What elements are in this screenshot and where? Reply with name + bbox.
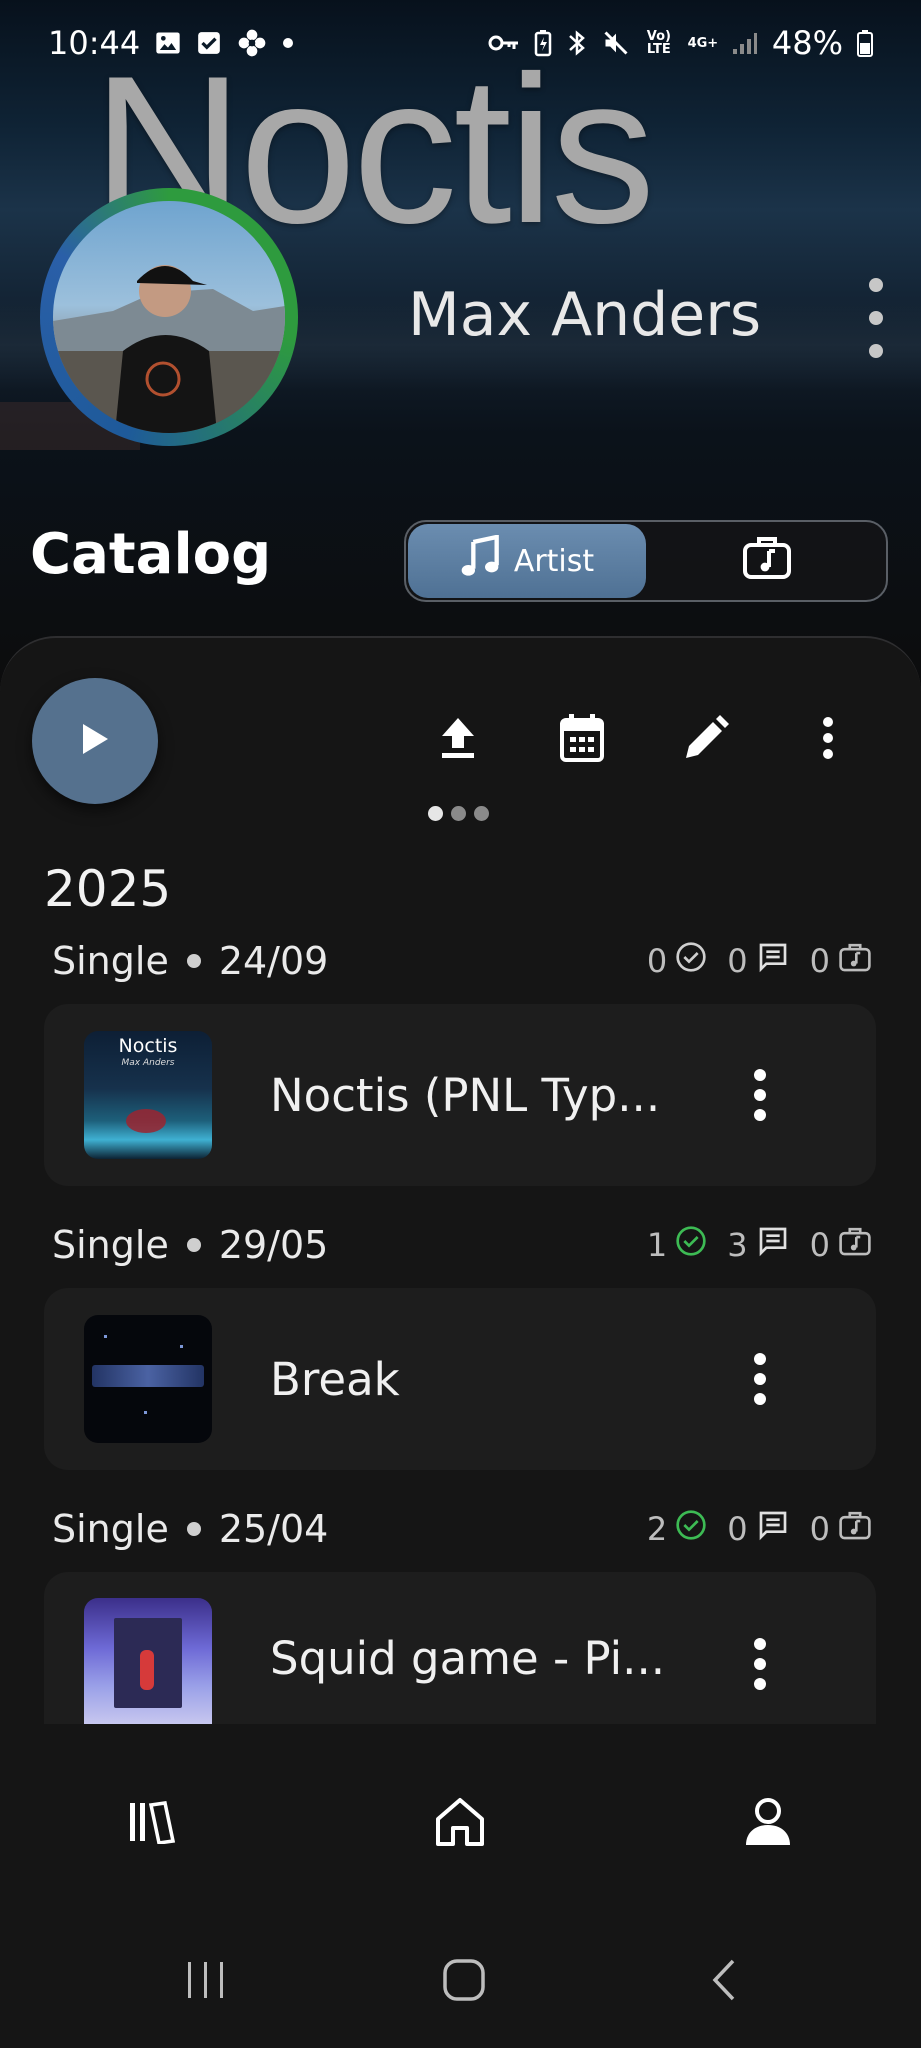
release-card[interactable]: Squid game - Pi... <box>44 1572 876 1724</box>
release-more-icon[interactable] <box>750 1638 770 1690</box>
release-type: Single <box>52 1223 169 1267</box>
check-circle-icon <box>675 1509 707 1549</box>
volte-icon: Vo) LTE <box>646 29 671 57</box>
music-briefcase-icon <box>838 941 872 981</box>
library-icon <box>127 1800 177 1848</box>
edit-icon <box>682 714 730 766</box>
segment-label[interactable] <box>648 522 886 600</box>
battery-icon <box>857 29 873 57</box>
nav-profile[interactable] <box>738 1794 798 1854</box>
nav-home[interactable] <box>430 1794 490 1854</box>
release-meta: Single 29/05 1 3 0 <box>52 1220 872 1270</box>
approved-count: 2 <box>647 1509 707 1549</box>
check-circle-icon <box>675 1225 707 1265</box>
release-date: 24/09 <box>218 939 329 983</box>
battery-percent: 48% <box>771 24 843 62</box>
release-meta: Single 24/09 0 0 0 <box>52 936 872 986</box>
play-icon <box>80 722 110 760</box>
year-heading: 2025 <box>44 860 172 918</box>
comment-icon <box>756 941 790 981</box>
status-time: 10:44 <box>48 24 141 62</box>
comments-count: 0 <box>727 941 789 981</box>
music-briefcase-icon <box>838 1509 872 1549</box>
release-more-icon[interactable] <box>750 1353 770 1405</box>
release-title: Noctis (PNL Typ... <box>270 1068 661 1122</box>
calendar-icon <box>559 713 605 767</box>
separator-dot <box>186 1522 201 1536</box>
comments-count: 0 <box>727 1509 789 1549</box>
battery-saver-icon <box>534 29 552 57</box>
release-more-icon[interactable] <box>750 1069 770 1121</box>
recents-icon <box>185 1960 227 2004</box>
flower-icon <box>236 27 268 59</box>
music-briefcase-icon <box>741 533 793 589</box>
comment-icon <box>756 1509 790 1549</box>
system-recents-button[interactable] <box>176 1952 236 2012</box>
release-cover <box>84 1598 212 1724</box>
bluetooth-icon <box>566 28 588 58</box>
comment-icon <box>756 1225 790 1265</box>
deals-count: 0 <box>810 1225 872 1265</box>
system-home-button[interactable] <box>434 1952 494 2012</box>
upload-button[interactable] <box>430 712 486 768</box>
artist-name: Max Anders <box>408 280 762 350</box>
release-card[interactable]: Break <box>44 1288 876 1470</box>
release-card[interactable]: Noctis Max Anders Noctis (PNL Typ... <box>44 1004 876 1186</box>
checkbox-icon <box>196 30 222 56</box>
toolbar-pager-dots <box>428 806 489 821</box>
catalog-segment-control: Artist <box>404 520 888 602</box>
status-bar: 10:44 Vo) LTE 4G+ 48% <box>0 0 921 86</box>
music-briefcase-icon <box>838 1225 872 1265</box>
edit-button[interactable] <box>678 712 734 768</box>
pager-dot <box>474 806 489 821</box>
4g-icon: 4G+ <box>687 35 719 51</box>
calendar-button[interactable] <box>554 712 610 768</box>
deals-count: 0 <box>810 941 872 981</box>
release-date: 25/04 <box>218 1507 329 1551</box>
gallery-icon <box>154 29 182 57</box>
separator-dot <box>186 1238 201 1252</box>
approved-count: 0 <box>647 941 707 981</box>
release-cover <box>84 1315 212 1443</box>
back-icon <box>709 1958 739 2006</box>
music-note-icon <box>460 534 500 587</box>
profile-icon <box>743 1797 793 1851</box>
header-more-icon[interactable] <box>858 278 894 358</box>
upload-icon <box>438 716 478 764</box>
mute-icon <box>602 29 630 57</box>
release-title: Squid game - Pi... <box>270 1632 666 1685</box>
separator-dot <box>186 954 201 968</box>
release-meta: Single 25/04 2 0 0 <box>52 1504 872 1554</box>
release-title: Break <box>270 1352 400 1406</box>
system-back-button[interactable] <box>694 1952 754 2012</box>
approved-count: 1 <box>647 1225 707 1265</box>
signal-icon <box>732 31 758 55</box>
release-type: Single <box>52 1507 169 1551</box>
segment-artist[interactable]: Artist <box>408 524 646 598</box>
pager-dot <box>451 806 466 821</box>
avatar <box>53 201 285 433</box>
catalog-title: Catalog <box>30 522 272 587</box>
home-button-icon <box>442 1958 486 2006</box>
play-button[interactable] <box>32 678 158 804</box>
home-icon <box>434 1797 486 1851</box>
more-vert-icon <box>821 716 835 764</box>
segment-artist-label: Artist <box>513 543 595 579</box>
key-icon <box>488 32 520 54</box>
notification-dot-icon <box>282 37 294 49</box>
nav-library[interactable] <box>122 1794 182 1854</box>
artist-avatar[interactable] <box>40 188 298 446</box>
check-circle-icon <box>675 941 707 981</box>
release-date: 29/05 <box>218 1223 329 1267</box>
deals-count: 0 <box>810 1509 872 1549</box>
release-type: Single <box>52 939 169 983</box>
pager-dot <box>428 806 443 821</box>
comments-count: 3 <box>727 1225 789 1265</box>
toolbar-more-button[interactable] <box>800 712 856 768</box>
release-cover: Noctis Max Anders <box>84 1031 212 1159</box>
